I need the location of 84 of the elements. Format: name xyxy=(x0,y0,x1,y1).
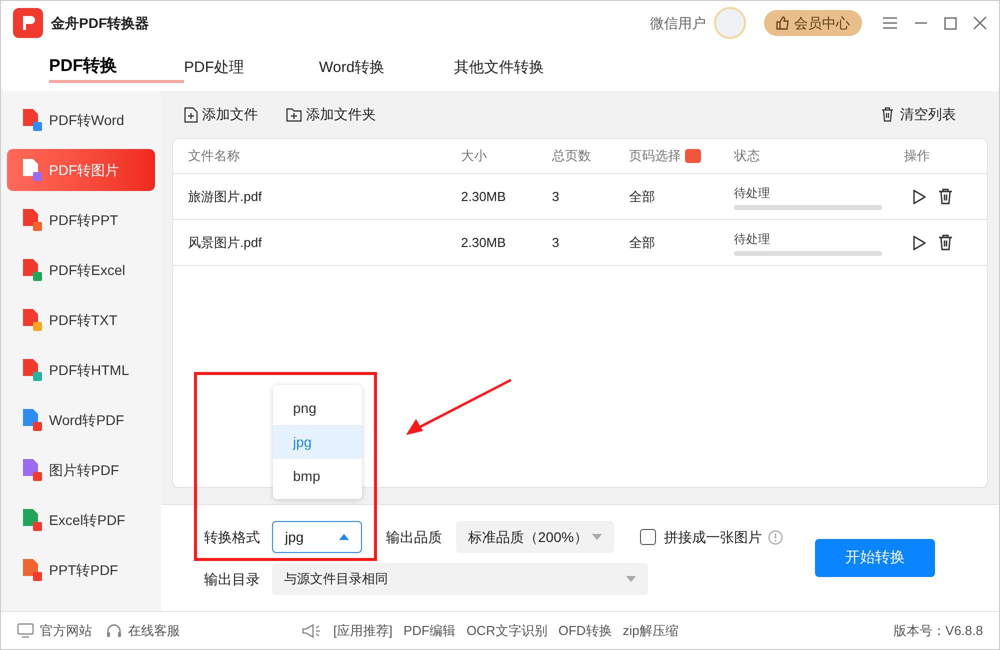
merge-label: 拼接成一张图片 xyxy=(664,528,762,546)
nav-tab[interactable]: PDF转换 xyxy=(49,52,184,84)
website-link[interactable]: 官方网站 xyxy=(40,620,92,640)
sidebar-item[interactable]: PDF转TXT xyxy=(7,299,155,341)
vip-button[interactable]: 会员中心 xyxy=(764,10,862,36)
folder-plus-icon xyxy=(286,108,302,122)
version-text: 版本号：V6.8.8 xyxy=(893,622,983,640)
trash-icon[interactable] xyxy=(938,234,953,251)
add-file-button[interactable]: 添加文件 xyxy=(184,104,258,125)
merge-checkbox[interactable] xyxy=(640,529,656,545)
table-cell-text: 全部 xyxy=(629,188,656,206)
sidebar-item[interactable]: 图片转PDF xyxy=(7,449,155,491)
document-badge-icon xyxy=(21,258,43,282)
output-label: 输出目录 xyxy=(204,570,261,588)
table-cell-text: 3 xyxy=(552,234,560,252)
document-badge-icon xyxy=(21,308,43,332)
document-badge-icon xyxy=(21,408,43,432)
play-icon[interactable] xyxy=(912,188,926,204)
table-cell-text: 风景图片.pdf xyxy=(188,234,263,252)
sidebar-item[interactable]: Excel转PDF xyxy=(7,499,155,541)
column-header: 页码选择 xyxy=(629,147,681,166)
quality-label: 输出品质 xyxy=(386,528,443,546)
caret-down-icon xyxy=(626,576,636,582)
output-dropdown[interactable]: 与源文件目录相同 xyxy=(272,563,648,595)
document-badge-icon xyxy=(21,208,43,232)
close-icon[interactable] xyxy=(973,16,987,30)
add-folder-button[interactable]: 添加文件夹 xyxy=(286,104,376,125)
start-convert-button[interactable]: 开始转换 xyxy=(815,539,935,577)
column-header: 总页数 xyxy=(552,147,592,166)
sidebar-item[interactable]: PDF转PPT xyxy=(7,199,155,241)
status-text: 待处理 xyxy=(734,230,771,248)
user-name: 微信用户 xyxy=(650,14,706,32)
document-badge-icon xyxy=(21,508,43,532)
document-badge-icon xyxy=(21,458,43,482)
megaphone-icon xyxy=(301,622,322,638)
format-option[interactable]: bmp xyxy=(273,459,362,493)
column-header: 操作 xyxy=(904,147,931,166)
monitor-icon xyxy=(17,623,34,638)
play-icon[interactable] xyxy=(912,234,926,250)
caret-up-icon xyxy=(339,534,349,540)
clear-list-button[interactable]: 清空列表 xyxy=(881,104,956,125)
nav-tab[interactable]: PDF处理 xyxy=(184,56,319,80)
sidebar-item[interactable]: PDF转Excel xyxy=(7,249,155,291)
table-cell-text: 2.30MB xyxy=(461,234,507,252)
nav-tab[interactable]: Word转换 xyxy=(319,56,454,80)
document-badge-icon xyxy=(21,358,43,382)
table-cell-text: 2.30MB xyxy=(461,188,507,206)
file-plus-icon xyxy=(184,106,198,122)
app-logo-icon xyxy=(13,8,43,38)
trash-icon[interactable] xyxy=(938,188,953,205)
window-title: 金舟PDF转换器 xyxy=(51,14,149,32)
format-dropdown[interactable]: jpg xyxy=(272,521,362,553)
thumb-icon xyxy=(776,16,790,30)
menu-icon[interactable] xyxy=(882,16,898,30)
column-header: 文件名称 xyxy=(188,147,241,166)
trash-icon xyxy=(881,107,894,122)
caret-down-icon xyxy=(592,534,602,540)
sidebar-item[interactable]: PPT转PDF xyxy=(7,549,155,591)
sidebar-item[interactable]: PDF转图片 xyxy=(7,149,155,191)
sidebar-item[interactable]: PDF转HTML xyxy=(7,349,155,391)
format-option[interactable]: png xyxy=(273,391,362,425)
table-cell-text: 旅游图片.pdf xyxy=(188,188,263,206)
headset-icon xyxy=(106,622,122,638)
info-icon[interactable] xyxy=(768,530,783,544)
nav-tab[interactable]: 其他文件转换 xyxy=(454,56,589,80)
maximize-icon[interactable] xyxy=(944,16,957,30)
app-link[interactable]: zip解压缩 xyxy=(622,620,678,640)
document-badge-icon xyxy=(21,558,43,582)
table-cell-text: 3 xyxy=(552,188,560,206)
column-header: 状态 xyxy=(734,147,761,166)
table-cell-text: 全部 xyxy=(629,234,656,252)
app-link[interactable]: PDF编辑 xyxy=(403,620,456,640)
sidebar-item[interactable]: PDF转Word xyxy=(7,99,155,141)
app-link[interactable]: OFD转换 xyxy=(558,620,612,640)
format-label: 转换格式 xyxy=(204,528,261,546)
support-link[interactable]: 在线客服 xyxy=(128,620,180,640)
recommend-label: [应用推荐] xyxy=(333,622,392,640)
document-badge-icon xyxy=(21,108,43,132)
sidebar-item[interactable]: Word转PDF xyxy=(7,399,155,441)
document-badge-icon xyxy=(21,158,43,182)
quality-dropdown[interactable]: 标准品质（200%） xyxy=(456,521,614,553)
status-text: 待处理 xyxy=(734,184,771,202)
column-header: 大小 xyxy=(461,147,488,166)
app-link[interactable]: OCR文字识别 xyxy=(466,620,548,640)
